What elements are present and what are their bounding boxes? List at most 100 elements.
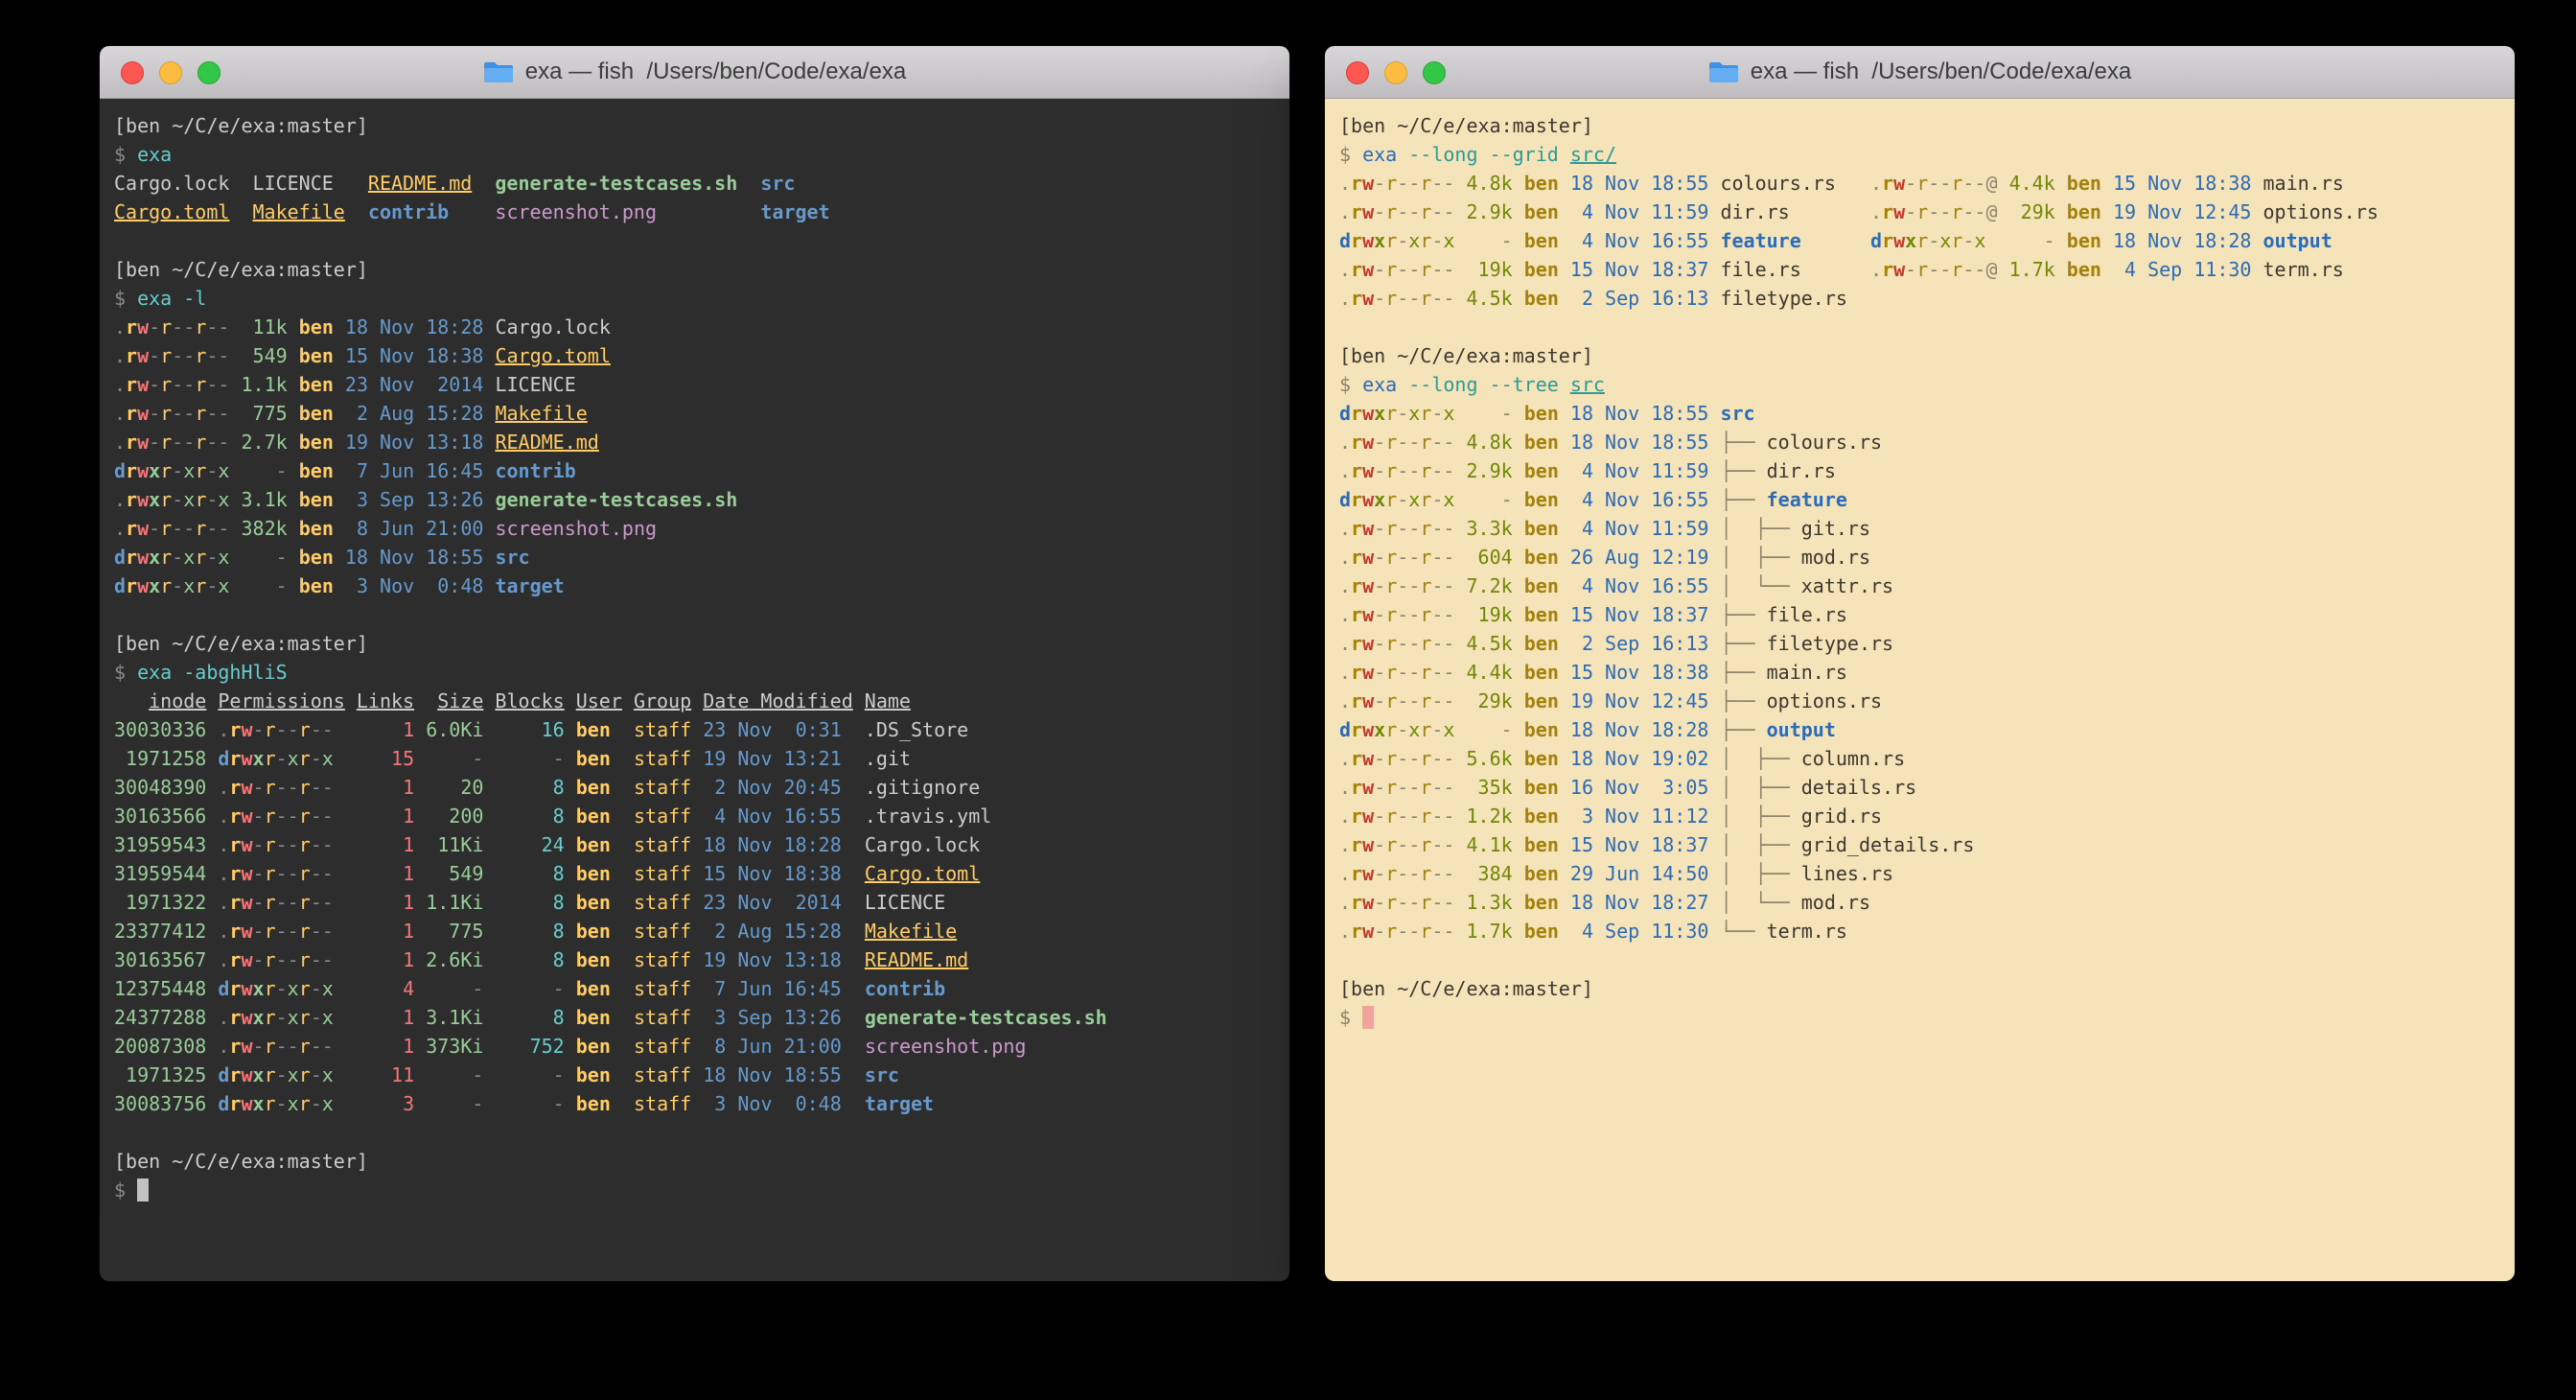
terminal-text: 2 Sep 16:13	[1570, 632, 1709, 655]
terminal-text	[691, 1035, 703, 1058]
terminal-text	[483, 948, 495, 971]
terminal-text	[1454, 776, 1466, 799]
terminal-text: ben	[1524, 891, 1559, 914]
permission-char: r	[1351, 920, 1362, 943]
permission-char: r	[229, 1006, 241, 1029]
terminal-text: ben	[1524, 517, 1559, 540]
permission-char: r	[160, 546, 172, 569]
permission-char: -	[149, 373, 160, 396]
terminal-line: .rw-r--r-- 2.7k ben 19 Nov 13:18 README.…	[114, 428, 1275, 456]
permission-char: -	[1431, 488, 1443, 511]
terminal-text	[1708, 833, 1720, 856]
permission-char: -	[1374, 747, 1385, 770]
terminal-text: 3 Nov 0:48	[703, 1092, 842, 1115]
terminal-line: 1971322 .rw-r--r-- 1 1.1Ki 8 ben staff 2…	[114, 888, 1275, 917]
terminal-text	[414, 689, 437, 712]
terminal-text: 15 Nov 18:38	[1570, 661, 1709, 684]
permission-char: r	[1385, 718, 1397, 741]
terminal-text: Size	[437, 689, 483, 712]
permission-char: r	[1385, 833, 1397, 856]
zoom-button[interactable]	[197, 61, 220, 84]
close-button[interactable]	[1346, 61, 1369, 84]
minimize-button[interactable]	[1384, 61, 1407, 84]
terminal-text	[565, 747, 576, 770]
minimize-button[interactable]	[159, 61, 182, 84]
permission-char: x	[1408, 229, 1420, 252]
terminal-text	[2251, 258, 2263, 281]
terminal-output[interactable]: [ben ~/C/e/exa:master]$ exaCargo.lock LI…	[100, 99, 1289, 1281]
terminal-text: 4.5k	[1467, 287, 1513, 310]
terminal-text	[472, 172, 495, 195]
terminal-output[interactable]: [ben ~/C/e/exa:master]$ exa --long --gri…	[1325, 99, 2515, 1281]
permission-bits: drwxr-xr-x	[218, 747, 333, 770]
permission-char: x	[218, 574, 229, 597]
permission-char: .	[1339, 632, 1351, 655]
terminal-text: ben	[1524, 718, 1559, 741]
terminal-text	[229, 517, 241, 540]
permission-char: w	[137, 431, 149, 454]
terminal-text	[1708, 488, 1720, 511]
permission-char: x	[149, 546, 160, 569]
terminal-text: 18 Nov 18:28	[345, 315, 484, 338]
terminal-text: -	[1467, 402, 1513, 425]
terminal-text: target	[865, 1092, 934, 1115]
permission-char: .	[218, 718, 229, 741]
terminal-line	[1339, 945, 2500, 974]
terminal-line: drwxr-xr-x - ben 7 Jun 16:45 contrib	[114, 456, 1275, 485]
permission-char: r	[229, 1063, 241, 1086]
terminal-text	[414, 1006, 426, 1029]
permission-char: r	[229, 1092, 241, 1115]
terminal-text: ben	[2067, 172, 2101, 195]
terminal-text: output	[1767, 718, 1836, 741]
terminal-line: drwxr-xr-x - ben 18 Nov 18:55 src	[114, 543, 1275, 572]
terminal-text: ben	[1524, 402, 1559, 425]
titlebar[interactable]: exa — fish /Users/ben/Code/exa/exa	[100, 46, 1289, 99]
terminal-text	[1454, 891, 1466, 914]
terminal-text	[483, 517, 495, 540]
close-button[interactable]	[121, 61, 144, 84]
permission-char: x	[1408, 718, 1420, 741]
terminal-text	[414, 1092, 426, 1115]
terminal-text	[691, 862, 703, 885]
terminal-text	[483, 574, 495, 597]
terminal-text	[334, 862, 357, 885]
permission-char: -	[218, 344, 229, 367]
permission-char: r	[1351, 172, 1362, 195]
terminal-text: details.rs	[1801, 776, 1916, 799]
zoom-button[interactable]	[1423, 61, 1446, 84]
terminal-text: 1	[357, 920, 414, 943]
terminal-text	[1513, 747, 1524, 770]
titlebar[interactable]: exa — fish /Users/ben/Code/exa/exa	[1325, 46, 2515, 99]
permission-char: -	[1443, 805, 1454, 828]
terminal-text	[2101, 200, 2113, 223]
permission-char: r	[1351, 517, 1362, 540]
terminal-text	[483, 459, 495, 482]
permission-char: -	[1374, 776, 1385, 799]
permission-char: -	[1443, 776, 1454, 799]
terminal-text: 15 Nov 18:38	[2113, 172, 2252, 195]
permission-char: w	[241, 862, 252, 885]
permission-char: r	[1351, 200, 1362, 223]
terminal-text	[1559, 891, 1570, 914]
terminal-text	[288, 459, 299, 482]
permission-char: -	[288, 776, 299, 799]
permission-char: -	[311, 776, 322, 799]
permission-char: r	[1420, 632, 1431, 655]
permission-char: r	[1420, 747, 1431, 770]
permission-char: -	[1443, 431, 1454, 454]
permission-char: r	[1351, 546, 1362, 569]
permission-char: x	[322, 1063, 334, 1086]
permission-char: -	[1962, 172, 1974, 195]
terminal-text: ben	[1524, 488, 1559, 511]
permission-char: w	[1362, 287, 1374, 310]
terminal-line: .rw-r--r-- 4.8k ben 18 Nov 18:55 ├── col…	[1339, 428, 2500, 456]
permission-char: -	[288, 718, 299, 741]
terminal-text: ├──	[1720, 488, 1766, 511]
permission-bits: .rw-r--r--	[218, 920, 333, 943]
terminal-text: 29 Jun 14:50	[1570, 862, 1709, 885]
permission-char: -	[206, 517, 218, 540]
terminal-text	[206, 862, 218, 885]
folder-icon	[1708, 59, 1739, 84]
terminal-text: ben	[576, 776, 622, 799]
terminal-line: .rw-r--r-- 4.1k ben 15 Nov 18:37 │ ├── g…	[1339, 830, 2500, 859]
